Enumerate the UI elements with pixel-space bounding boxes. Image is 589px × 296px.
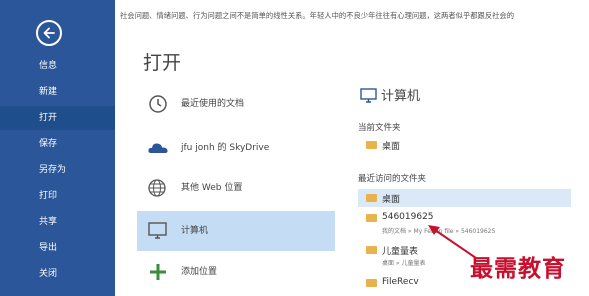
- watermark-text: 最需教育: [470, 255, 566, 282]
